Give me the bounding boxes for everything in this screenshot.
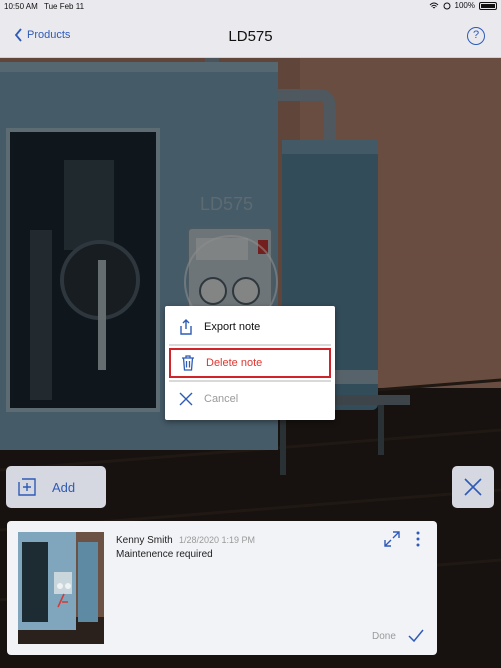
wifi-icon <box>429 2 438 8</box>
delete-note-menu-item[interactable]: Delete note <box>169 348 331 378</box>
delete-note-label: Delete note <box>206 357 263 369</box>
more-options-icon[interactable] <box>413 531 423 547</box>
note-card[interactable]: Kenny Smith 1/28/2020 1:19 PM Maintenenc… <box>7 521 437 655</box>
battery-percent: 100% <box>454 1 475 10</box>
cancel-label: Cancel <box>204 393 239 405</box>
export-note-label: Export note <box>204 321 261 333</box>
expand-icon[interactable] <box>384 531 400 547</box>
checkmark-icon[interactable] <box>408 629 424 643</box>
close-icon <box>178 391 194 407</box>
note-author: Kenny Smith <box>116 535 173 546</box>
note-timestamp: 1/28/2020 1:19 PM <box>179 535 256 545</box>
navigation-bar: Products LD575 ? <box>0 14 501 58</box>
battery-icon <box>479 1 497 10</box>
export-note-menu-item[interactable]: Export note <box>169 312 331 342</box>
close-button[interactable] <box>452 466 494 508</box>
help-button[interactable]: ? <box>467 27 485 45</box>
add-note-button[interactable]: Add <box>6 466 106 508</box>
menu-divider <box>169 344 331 346</box>
status-bar: 10:50 AM Tue Feb 11 100% <box>0 0 501 14</box>
note-context-menu: Export note Delete note Cancel <box>165 306 335 420</box>
status-date: Tue Feb 11 <box>44 2 85 11</box>
status-time: 10:50 AM <box>4 2 38 11</box>
status-indicators: 100% <box>429 1 497 10</box>
close-icon <box>464 478 482 496</box>
done-label[interactable]: Done <box>372 631 396 642</box>
note-text: Maintenence required <box>116 549 213 560</box>
location-icon <box>443 2 451 9</box>
trash-icon <box>180 355 196 371</box>
menu-divider <box>169 380 331 382</box>
add-label: Add <box>52 479 76 495</box>
page-title: LD575 <box>228 28 273 45</box>
note-thumbnail[interactable] <box>18 532 104 644</box>
share-icon <box>178 319 194 335</box>
cancel-menu-item[interactable]: Cancel <box>169 384 331 414</box>
add-note-icon <box>16 476 38 498</box>
